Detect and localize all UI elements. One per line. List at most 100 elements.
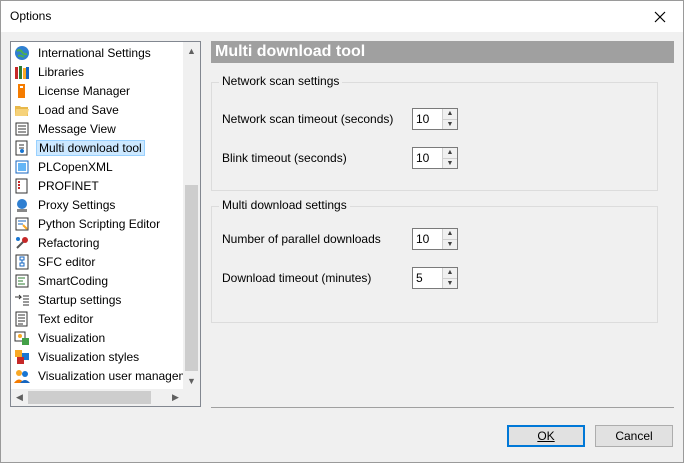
window-title: Options [10,9,52,23]
decrement-arrow-icon[interactable]: ▼ [443,277,457,288]
tree-item[interactable]: Libraries [11,62,184,81]
license-icon [14,83,30,99]
cancel-button-label: Cancel [615,429,653,443]
multi-download-group-title: Multi download settings [219,198,350,212]
parallel-downloads-stepper[interactable]: 10 ▲ ▼ [412,228,458,250]
tree-item[interactable]: PLCopenXML [11,157,184,176]
tree-item[interactable]: Load and Save [11,100,184,119]
increment-arrow-icon[interactable]: ▲ [443,268,457,278]
tree-item[interactable]: PROFINET [11,176,184,195]
horizontal-scroll-thumb[interactable] [28,391,151,404]
tree-item-label: International Settings [38,45,151,60]
tree-item-label: Refactoring [38,235,100,250]
tree-item[interactable]: SFC editor [11,252,184,271]
users-icon [14,368,30,384]
sfc-icon [14,254,30,270]
tree-item[interactable]: Visualization user management [11,366,184,385]
tree-item-label: License Manager [38,83,131,98]
tree-item-label: Startup settings [38,292,122,307]
download-timeout-label: Download timeout (minutes) [222,271,372,285]
python-icon [14,216,30,232]
vertical-scrollbar[interactable]: ▲ ▼ [183,42,200,389]
tree-item-label: Multi download tool [36,139,145,156]
close-button[interactable] [637,1,683,32]
decrement-arrow-icon[interactable]: ▼ [443,157,457,168]
tree-item[interactable]: Startup settings [11,290,184,309]
text-editor-icon [14,311,30,327]
tree-item-label: Visualization [38,330,106,345]
tree-item[interactable]: SmartCoding [11,271,184,290]
ok-button[interactable]: OK [507,425,585,447]
parallel-downloads-label: Number of parallel downloads [222,232,381,246]
increment-arrow-icon[interactable]: ▲ [443,229,457,239]
globe-icon [14,45,30,61]
xml-icon [14,159,30,175]
decrement-arrow-icon[interactable]: ▼ [443,238,457,249]
folder-icon [14,102,30,118]
blink-timeout-stepper[interactable]: 10 ▲ ▼ [412,147,458,169]
options-dialog: Options International Settings Libraries L… [0,0,684,463]
tree-list: International Settings Libraries License M… [11,42,184,389]
network-scan-group: Network scan settings [211,74,658,191]
increment-arrow-icon[interactable]: ▲ [443,109,457,119]
download-timeout-stepper[interactable]: 5 ▲ ▼ [412,267,458,289]
tree-item[interactable]: Refactoring [11,233,184,252]
download-timeout-value[interactable]: 5 [413,268,442,288]
tree-item[interactable]: Proxy Settings [11,195,184,214]
scan-timeout-stepper[interactable]: 10 ▲ ▼ [412,108,458,130]
profinet-icon [14,178,30,194]
refactoring-icon [14,235,30,251]
tree-item-label: Python Scripting Editor [38,216,161,231]
tree-item-label: SmartCoding [38,273,109,288]
tree-item-label: PROFINET [38,178,99,193]
title-bar: Options [1,1,683,32]
scroll-left-arrow-icon[interactable]: ◀ [11,389,28,406]
vertical-scroll-thumb[interactable] [185,185,198,371]
scan-timeout-value[interactable]: 10 [413,109,442,129]
close-icon [654,11,666,22]
tree-item-label: Proxy Settings [38,197,116,212]
tree-item[interactable]: Multi download tool [11,138,184,157]
scroll-up-arrow-icon[interactable]: ▲ [183,42,200,59]
scan-timeout-label: Network scan timeout (seconds) [222,112,394,126]
visualization-styles-icon [14,349,30,365]
visualization-icon [14,330,30,346]
startup-icon [14,292,30,308]
tree-item-label: Libraries [38,64,85,79]
tree-item[interactable]: Visualization [11,328,184,347]
proxy-icon [14,197,30,213]
page-title: Multi download tool [211,41,674,63]
tree-item[interactable]: Text editor [11,309,184,328]
tree-item[interactable]: License Manager [11,81,184,100]
tree-item-label: SFC editor [38,254,96,269]
horizontal-scrollbar[interactable]: ◀ ▶ [11,389,184,406]
smartcoding-icon [14,273,30,289]
tree-item-label: Visualization styles [38,349,140,364]
footer-separator [211,407,674,408]
tree-item[interactable]: Visualization styles [11,347,184,366]
tree-item[interactable]: Python Scripting Editor [11,214,184,233]
increment-arrow-icon[interactable]: ▲ [443,148,457,158]
tree-item-label: Load and Save [38,102,119,117]
tree-item[interactable]: Message View [11,119,184,138]
blink-timeout-value[interactable]: 10 [413,148,442,168]
tree-item-label: Message View [38,121,116,136]
blink-timeout-label: Blink timeout (seconds) [222,151,347,165]
ok-button-label: OK [537,429,555,443]
cancel-button[interactable]: Cancel [595,425,673,447]
tree-item-label: Text editor [38,311,94,326]
network-scan-group-title: Network scan settings [219,74,343,88]
multi-download-icon [14,140,30,156]
options-tree[interactable]: International Settings Libraries License M… [10,41,201,407]
tree-item-label: PLCopenXML [38,159,113,174]
scroll-corner [183,389,200,406]
decrement-arrow-icon[interactable]: ▼ [443,118,457,129]
tree-item-label: Visualization user management [38,368,184,383]
multi-download-group: Multi download settings [211,198,658,323]
parallel-downloads-value[interactable]: 10 [413,229,442,249]
message-view-icon [14,121,30,137]
books-icon [14,64,30,80]
scroll-down-arrow-icon[interactable]: ▼ [183,372,200,389]
tree-item[interactable]: International Settings [11,43,184,62]
scroll-right-arrow-icon[interactable]: ▶ [167,389,184,406]
